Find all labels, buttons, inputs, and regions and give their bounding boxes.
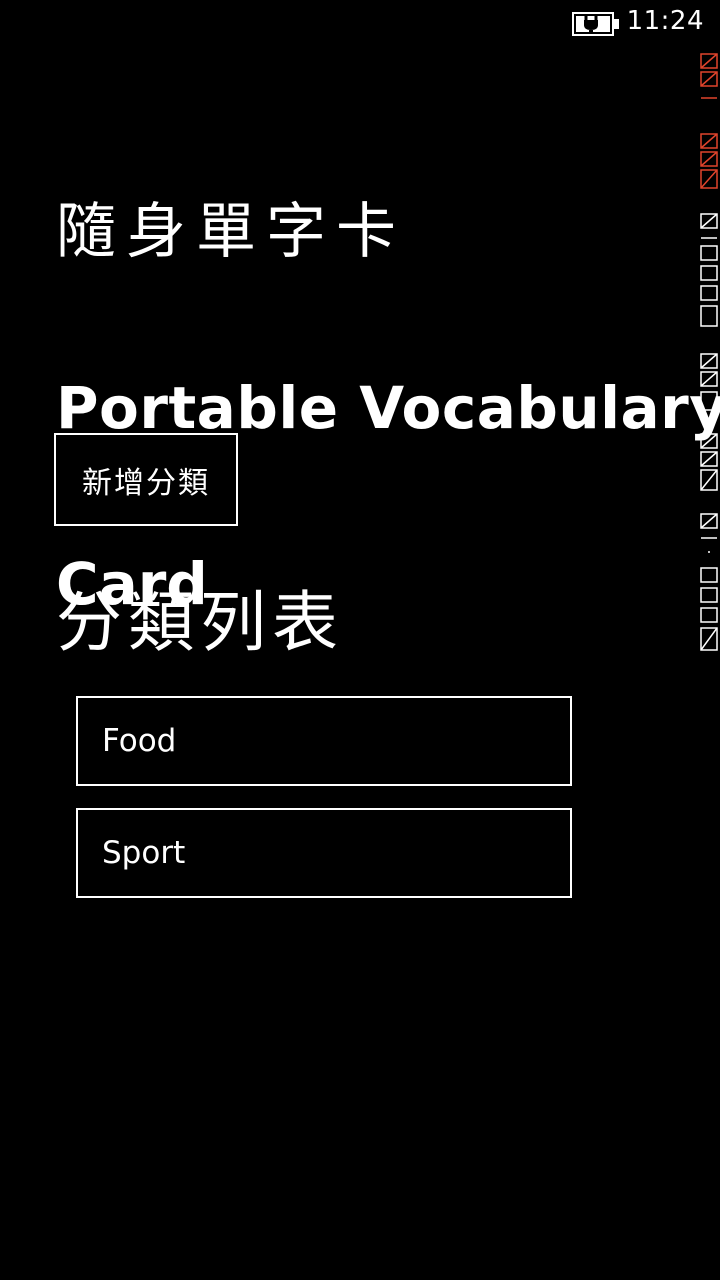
status-bar: 11:24 [0, 0, 720, 46]
category-item-food[interactable]: Food [76, 696, 572, 786]
add-category-button[interactable]: 新增分類 [54, 433, 238, 526]
category-list-heading: 分類列表 [56, 584, 344, 661]
status-clock: 11:24 [626, 6, 704, 36]
title-chinese: 隨身單字卡 [56, 197, 406, 267]
app-screen: 11:24 隨身單字卡 Portable Vocabulary Card 新增分… [0, 0, 720, 1280]
category-list: Food Sport [76, 696, 576, 922]
battery-charging-icon [572, 12, 619, 36]
category-item-sport[interactable]: Sport [76, 808, 572, 898]
